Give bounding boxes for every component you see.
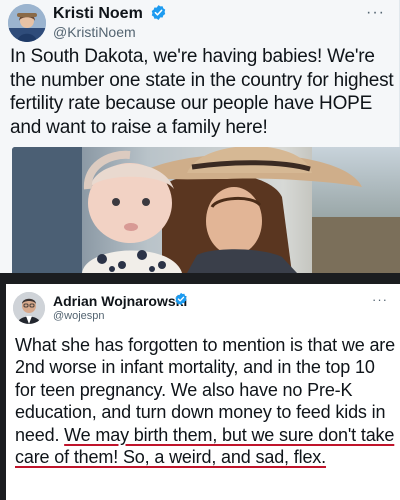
more-options-icon[interactable]: ···	[366, 4, 385, 22]
avatar-photo	[13, 292, 45, 324]
display-name[interactable]: Kristi Noem	[53, 5, 143, 23]
handle[interactable]: @wojespn	[53, 310, 105, 322]
tweet-text-underlined: We may birth them, but we sure don't tak…	[15, 424, 395, 468]
tweet-card-kristi-noem[interactable]: Kristi Noem @KristiNoem ··· In South Dak…	[0, 0, 400, 275]
verified-badge-icon	[151, 5, 166, 20]
verified-badge-icon	[175, 292, 187, 306]
more-options-icon[interactable]: ···	[372, 292, 388, 307]
avatar-photo	[8, 4, 46, 42]
tweet-text: In South Dakota, we're having babies! We…	[10, 46, 394, 138]
tweet-card-adrian-wojnarowski[interactable]: Adrian Wojnarowski @wojespn ··· What she…	[6, 284, 400, 500]
handle[interactable]: @KristiNoem	[53, 24, 136, 40]
display-name[interactable]: Adrian Wojnarowski	[53, 293, 187, 309]
avatar[interactable]	[8, 4, 46, 42]
avatar[interactable]	[13, 292, 45, 324]
tweet-text: What she has forgotten to mention is tha…	[15, 334, 399, 468]
tweet-media-photo[interactable]	[12, 147, 400, 273]
media-image	[12, 147, 400, 273]
